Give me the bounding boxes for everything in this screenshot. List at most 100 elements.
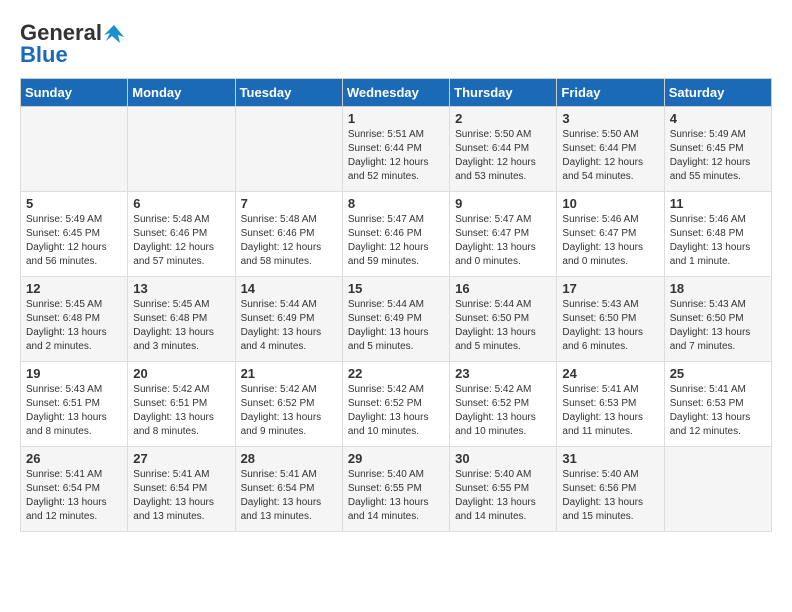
calendar-cell: 16 Sunrise: 5:44 AM Sunset: 6:50 PM Dayli… bbox=[450, 277, 557, 362]
calendar-cell bbox=[128, 107, 235, 192]
day-info: Sunrise: 5:43 AM Sunset: 6:50 PM Dayligh… bbox=[670, 298, 766, 354]
day-number: 21 bbox=[241, 366, 337, 381]
day-info: Sunrise: 5:40 AM Sunset: 6:56 PM Dayligh… bbox=[562, 468, 658, 524]
day-number: 6 bbox=[133, 196, 229, 211]
day-number: 14 bbox=[241, 281, 337, 296]
day-number: 29 bbox=[348, 451, 444, 466]
calendar-cell: 10 Sunrise: 5:46 AM Sunset: 6:47 PM Dayli… bbox=[557, 192, 664, 277]
calendar-header-row: SundayMondayTuesdayWednesdayThursdayFrid… bbox=[21, 79, 772, 107]
calendar-week-row: 5 Sunrise: 5:49 AM Sunset: 6:45 PM Daylig… bbox=[21, 192, 772, 277]
day-number: 2 bbox=[455, 111, 551, 126]
calendar-cell: 19 Sunrise: 5:43 AM Sunset: 6:51 PM Dayli… bbox=[21, 362, 128, 447]
header-day-tuesday: Tuesday bbox=[235, 79, 342, 107]
day-info: Sunrise: 5:47 AM Sunset: 6:47 PM Dayligh… bbox=[455, 213, 551, 269]
day-info: Sunrise: 5:49 AM Sunset: 6:45 PM Dayligh… bbox=[670, 128, 766, 184]
calendar-cell: 12 Sunrise: 5:45 AM Sunset: 6:48 PM Dayli… bbox=[21, 277, 128, 362]
day-number: 31 bbox=[562, 451, 658, 466]
calendar-cell: 11 Sunrise: 5:46 AM Sunset: 6:48 PM Dayli… bbox=[664, 192, 771, 277]
calendar-cell: 24 Sunrise: 5:41 AM Sunset: 6:53 PM Dayli… bbox=[557, 362, 664, 447]
header-day-saturday: Saturday bbox=[664, 79, 771, 107]
day-info: Sunrise: 5:43 AM Sunset: 6:51 PM Dayligh… bbox=[26, 383, 122, 439]
calendar-cell: 2 Sunrise: 5:50 AM Sunset: 6:44 PM Daylig… bbox=[450, 107, 557, 192]
day-info: Sunrise: 5:45 AM Sunset: 6:48 PM Dayligh… bbox=[26, 298, 122, 354]
calendar-cell: 13 Sunrise: 5:45 AM Sunset: 6:48 PM Dayli… bbox=[128, 277, 235, 362]
day-number: 4 bbox=[670, 111, 766, 126]
calendar-cell: 20Sunrise: 5:42 AM Sunset: 6:51 PM Dayli… bbox=[128, 362, 235, 447]
logo: General Blue bbox=[20, 20, 124, 68]
day-number: 9 bbox=[455, 196, 551, 211]
calendar-cell: 31 Sunrise: 5:40 AM Sunset: 6:56 PM Dayli… bbox=[557, 447, 664, 532]
day-number: 25 bbox=[670, 366, 766, 381]
day-number: 23 bbox=[455, 366, 551, 381]
calendar-cell: 8 Sunrise: 5:47 AM Sunset: 6:46 PM Daylig… bbox=[342, 192, 449, 277]
calendar-cell: 27Sunrise: 5:41 AM Sunset: 6:54 PM Dayli… bbox=[128, 447, 235, 532]
day-number: 24 bbox=[562, 366, 658, 381]
day-info: Sunrise: 5:45 AM Sunset: 6:48 PM Dayligh… bbox=[133, 298, 229, 354]
day-number: 8 bbox=[348, 196, 444, 211]
day-info: Sunrise: 5:46 AM Sunset: 6:47 PM Dayligh… bbox=[562, 213, 658, 269]
day-info: Sunrise: 5:49 AM Sunset: 6:45 PM Dayligh… bbox=[26, 213, 122, 269]
day-number: 7 bbox=[241, 196, 337, 211]
page-header: General Blue bbox=[20, 20, 772, 68]
day-info: Sunrise: 5:47 AM Sunset: 6:46 PM Dayligh… bbox=[348, 213, 444, 269]
calendar-cell: 21 Sunrise: 5:42 AM Sunset: 6:52 PM Dayli… bbox=[235, 362, 342, 447]
day-info: Sunrise: 5:40 AM Sunset: 6:55 PM Dayligh… bbox=[348, 468, 444, 524]
day-info: Sunrise: 5:41 AM Sunset: 6:53 PM Dayligh… bbox=[670, 383, 766, 439]
day-info: Sunrise: 5:48 AM Sunset: 6:46 PM Dayligh… bbox=[133, 213, 229, 269]
calendar-cell bbox=[235, 107, 342, 192]
day-number: 13 bbox=[133, 281, 229, 296]
header-day-monday: Monday bbox=[128, 79, 235, 107]
day-info: Sunrise: 5:48 AM Sunset: 6:46 PM Dayligh… bbox=[241, 213, 337, 269]
calendar-week-row: 26 Sunrise: 5:41 AM Sunset: 6:54 PM Dayli… bbox=[21, 447, 772, 532]
calendar-week-row: 1 Sunrise: 5:51 AM Sunset: 6:44 PM Daylig… bbox=[21, 107, 772, 192]
calendar-cell: 29 Sunrise: 5:40 AM Sunset: 6:55 PM Dayli… bbox=[342, 447, 449, 532]
day-info: Sunrise: 5:44 AM Sunset: 6:49 PM Dayligh… bbox=[348, 298, 444, 354]
day-info: Sunrise: 5:41 AM Sunset: 6:54 PM Dayligh… bbox=[241, 468, 337, 524]
day-info: Sunrise: 5:46 AM Sunset: 6:48 PM Dayligh… bbox=[670, 213, 766, 269]
day-info: Sunrise: 5:50 AM Sunset: 6:44 PM Dayligh… bbox=[562, 128, 658, 184]
day-info: Sunrise: 5:41 AM Sunset: 6:54 PM Dayligh… bbox=[133, 468, 229, 524]
calendar-cell: 23 Sunrise: 5:42 AM Sunset: 6:52 PM Dayli… bbox=[450, 362, 557, 447]
calendar-cell: 25 Sunrise: 5:41 AM Sunset: 6:53 PM Dayli… bbox=[664, 362, 771, 447]
calendar-table: SundayMondayTuesdayWednesdayThursdayFrid… bbox=[20, 78, 772, 532]
day-number: 22 bbox=[348, 366, 444, 381]
day-info: Sunrise: 5:41 AM Sunset: 6:54 PM Dayligh… bbox=[26, 468, 122, 524]
calendar-cell: 28Sunrise: 5:41 AM Sunset: 6:54 PM Dayli… bbox=[235, 447, 342, 532]
day-number: 15 bbox=[348, 281, 444, 296]
day-info: Sunrise: 5:42 AM Sunset: 6:52 PM Dayligh… bbox=[241, 383, 337, 439]
calendar-cell: 14 Sunrise: 5:44 AM Sunset: 6:49 PM Dayli… bbox=[235, 277, 342, 362]
day-info: Sunrise: 5:42 AM Sunset: 6:52 PM Dayligh… bbox=[348, 383, 444, 439]
logo-blue: Blue bbox=[20, 42, 68, 68]
calendar-cell: 6 Sunrise: 5:48 AM Sunset: 6:46 PM Daylig… bbox=[128, 192, 235, 277]
calendar-cell: 3 Sunrise: 5:50 AM Sunset: 6:44 PM Daylig… bbox=[557, 107, 664, 192]
day-info: Sunrise: 5:44 AM Sunset: 6:49 PM Dayligh… bbox=[241, 298, 337, 354]
calendar-cell: 30Sunrise: 5:40 AM Sunset: 6:55 PM Dayli… bbox=[450, 447, 557, 532]
header-day-wednesday: Wednesday bbox=[342, 79, 449, 107]
calendar-cell: 9 Sunrise: 5:47 AM Sunset: 6:47 PM Daylig… bbox=[450, 192, 557, 277]
day-number: 12 bbox=[26, 281, 122, 296]
day-number: 10 bbox=[562, 196, 658, 211]
day-number: 26 bbox=[26, 451, 122, 466]
day-info: Sunrise: 5:43 AM Sunset: 6:50 PM Dayligh… bbox=[562, 298, 658, 354]
calendar-cell bbox=[21, 107, 128, 192]
day-number: 20 bbox=[133, 366, 229, 381]
day-info: Sunrise: 5:41 AM Sunset: 6:53 PM Dayligh… bbox=[562, 383, 658, 439]
calendar-cell: 1 Sunrise: 5:51 AM Sunset: 6:44 PM Daylig… bbox=[342, 107, 449, 192]
day-info: Sunrise: 5:50 AM Sunset: 6:44 PM Dayligh… bbox=[455, 128, 551, 184]
day-number: 17 bbox=[562, 281, 658, 296]
calendar-cell: 26 Sunrise: 5:41 AM Sunset: 6:54 PM Dayli… bbox=[21, 447, 128, 532]
day-number: 11 bbox=[670, 196, 766, 211]
day-number: 3 bbox=[562, 111, 658, 126]
day-number: 19 bbox=[26, 366, 122, 381]
day-info: Sunrise: 5:51 AM Sunset: 6:44 PM Dayligh… bbox=[348, 128, 444, 184]
day-number: 30 bbox=[455, 451, 551, 466]
calendar-cell: 18Sunrise: 5:43 AM Sunset: 6:50 PM Dayli… bbox=[664, 277, 771, 362]
day-info: Sunrise: 5:42 AM Sunset: 6:52 PM Dayligh… bbox=[455, 383, 551, 439]
calendar-cell: 17 Sunrise: 5:43 AM Sunset: 6:50 PM Dayli… bbox=[557, 277, 664, 362]
calendar-cell: 4 Sunrise: 5:49 AM Sunset: 6:45 PM Daylig… bbox=[664, 107, 771, 192]
day-number: 16 bbox=[455, 281, 551, 296]
day-number: 5 bbox=[26, 196, 122, 211]
day-info: Sunrise: 5:44 AM Sunset: 6:50 PM Dayligh… bbox=[455, 298, 551, 354]
day-number: 1 bbox=[348, 111, 444, 126]
calendar-cell: 22 Sunrise: 5:42 AM Sunset: 6:52 PM Dayli… bbox=[342, 362, 449, 447]
